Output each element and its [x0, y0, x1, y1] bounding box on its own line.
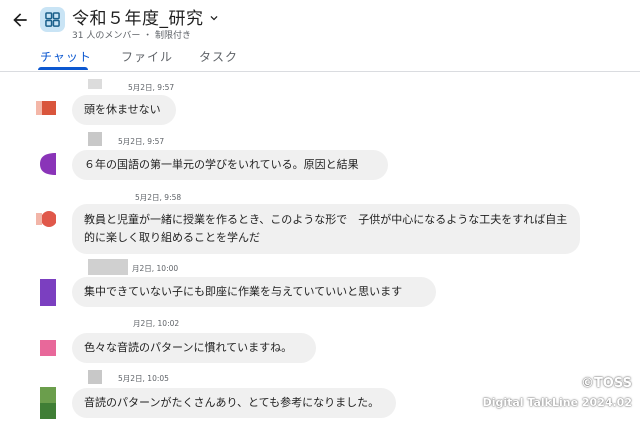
chat-header: 令和５年度_研究 31 人のメンバー ・ 制限付き チャット ファイル タスク — [0, 0, 640, 72]
grid-space-icon — [45, 12, 60, 27]
space-title-button[interactable]: 令和５年度_研究 — [72, 4, 221, 29]
avatar — [40, 340, 56, 356]
redacted-sender — [88, 79, 102, 89]
watermark-caption: Digital TalkLine 2024.02 — [482, 396, 632, 409]
tab-chat[interactable]: チャット — [40, 48, 92, 65]
message-bubble: 教員と児童が一緒に授業を作るとき、このような形で 子供が中心になるような工夫をす… — [72, 204, 580, 254]
redacted-sender — [88, 370, 102, 384]
avatar — [40, 387, 56, 419]
avatar — [40, 153, 56, 175]
avatar-shape — [41, 101, 56, 115]
avatar — [36, 211, 56, 227]
message-timestamp: 5月2日, 10:05 — [118, 374, 169, 383]
space-title: 令和５年度_研究 — [72, 9, 204, 29]
tab-tasks[interactable]: タスク — [199, 48, 238, 65]
avatar — [40, 279, 56, 306]
message-timestamp: 月2日, 10:00 — [132, 264, 179, 273]
message-bubble: ６年の国語の第一単元の学びをいれている。原因と結果 — [72, 150, 388, 180]
message-bubble: 集中できていない子にも即座に作業を与えていていいと思います — [72, 277, 436, 307]
message-bubble: 頭を休ませない — [72, 95, 176, 125]
space-subtitle: 31 人のメンバー ・ 制限付き — [72, 31, 192, 41]
message-timestamp: 5月2日, 9:57 — [128, 83, 175, 92]
tab-files[interactable]: ファイル — [121, 48, 173, 65]
message-timestamp: 5月2日, 9:58 — [135, 193, 182, 202]
back-button[interactable] — [10, 10, 30, 30]
redacted-sender — [88, 259, 128, 275]
message-timestamp: 月2日, 10:02 — [133, 319, 180, 328]
arrow-back-icon — [13, 13, 27, 27]
active-tab-indicator — [38, 67, 88, 70]
message-timestamp: 5月2日, 9:57 — [118, 137, 165, 146]
divider — [0, 71, 640, 72]
chevron-down-icon — [210, 16, 217, 21]
avatar — [36, 101, 56, 115]
redacted-sender — [88, 132, 102, 146]
space-avatar — [40, 7, 65, 32]
tab-bar: チャット ファイル タスク — [0, 46, 640, 72]
message-bubble: 音読のパターンがたくさんあり、とても参考になりました。 — [72, 388, 396, 418]
watermark-copyright: ©TOSS — [580, 376, 632, 391]
message-bubble: 色々な音読のパターンに慣れていますね。 — [72, 333, 316, 363]
